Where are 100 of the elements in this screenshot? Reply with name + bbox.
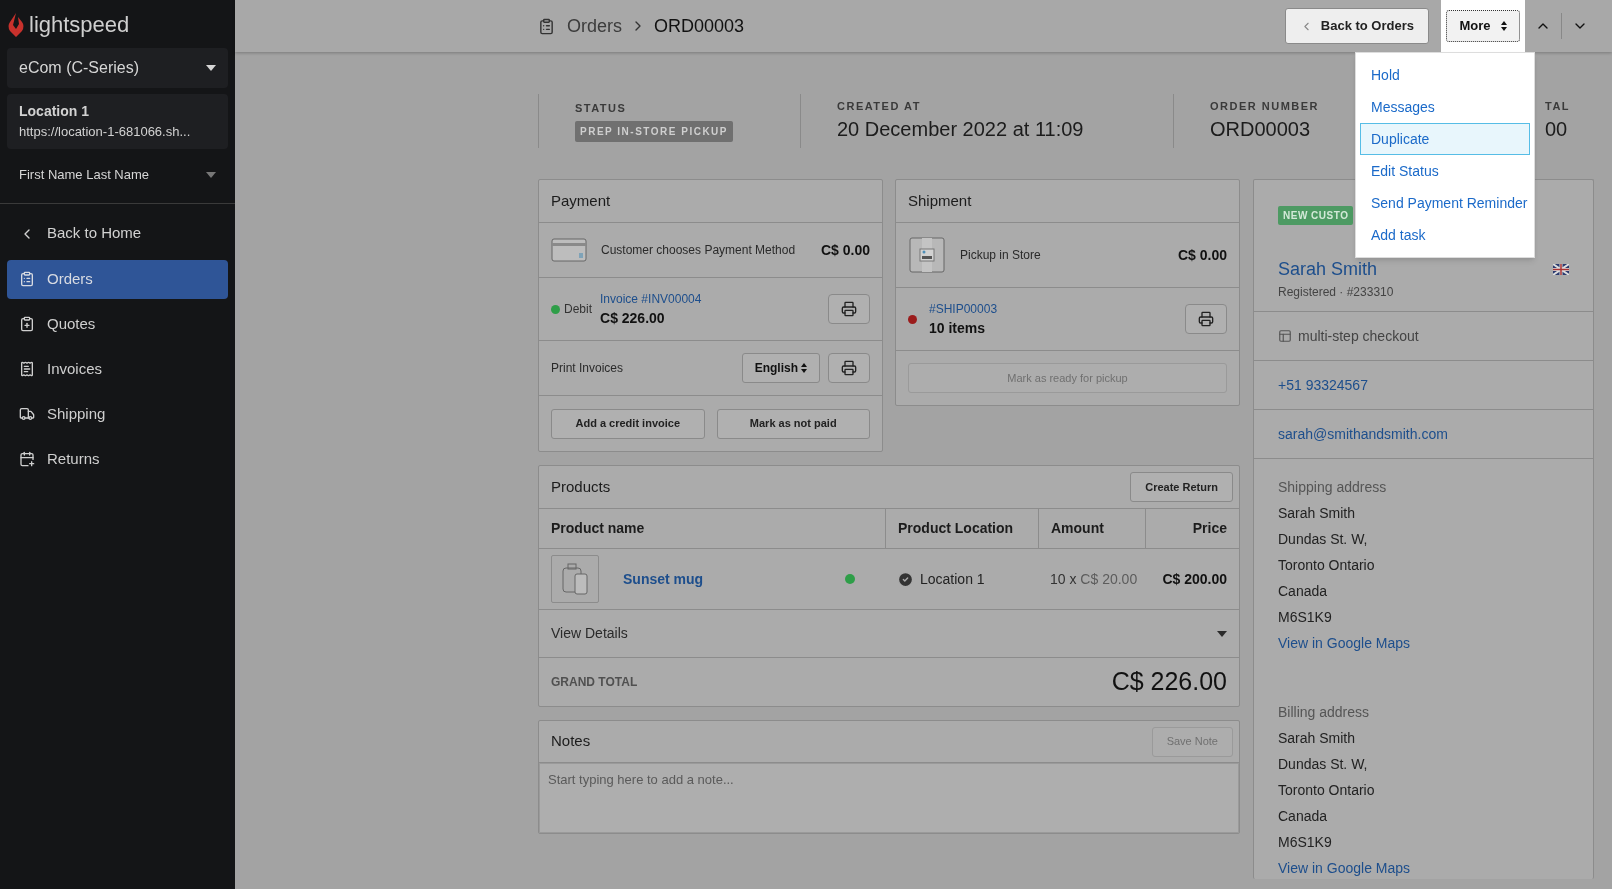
note-input[interactable]: Start typing here to add a note... [539,763,1239,833]
address-line: Dundas St. W, [1278,755,1369,774]
column-header: Amount [1038,509,1145,549]
check-circle-icon [897,570,914,588]
card-title: Payment [551,190,611,211]
invoice-amount: C$ 226.00 [600,308,666,328]
back-to-orders-button[interactable]: Back to Orders [1284,8,1429,44]
breadcrumb-link[interactable]: Orders [567,12,622,40]
nav-item[interactable]: Returns [7,439,228,479]
customer-registration: Registered · #233310 [1278,284,1395,301]
nav-item[interactable]: Orders [7,259,228,299]
address-heading: Billing address [1278,703,1371,722]
printer-icon [1198,311,1214,327]
payment-action-button[interactable]: Add a credit invoice [551,408,705,439]
payment-type: Debit [564,301,592,318]
address-line: Toronto Ontario [1278,556,1376,575]
address-line: Sarah Smith [1278,729,1357,748]
back-to-home-link[interactable]: Back to Home [7,213,228,254]
address-line: M6S1K9 [1278,608,1333,627]
menu-item[interactable]: Duplicate [1360,123,1530,155]
nav-item[interactable]: Shipping [7,394,228,434]
summary-label: ORDER NUMBER [1210,98,1321,114]
shipment-link[interactable]: #SHIP00003 [929,299,1185,318]
sort-arrows-icon [801,363,807,373]
printer-icon [841,360,857,376]
location-url: https://location-1-681066.sh... [19,123,192,141]
product-name-link[interactable]: Sunset mug [623,568,845,590]
address-line: Toronto Ontario [1278,781,1376,800]
menu-item[interactable]: Send Payment Reminder [1360,187,1530,219]
nav-icon [19,361,35,377]
menu-item[interactable]: Edit Status [1360,155,1530,187]
flame-logo-icon [7,12,25,38]
card-title: Products [551,476,611,497]
store-selector[interactable]: eCom (C-Series) [7,48,228,88]
card-title: Shipment [908,190,972,211]
google-maps-link[interactable]: View in Google Maps [1278,858,1569,879]
email-link[interactable]: sarah@smithandsmith.com [1278,423,1448,445]
payment-method: Customer chooses Payment Method [601,242,797,259]
address-heading: Shipping address [1278,478,1388,497]
column-header: Product Location [885,509,1038,549]
nav-icon [19,406,35,422]
print-button[interactable] [1185,304,1227,334]
payment-action-button[interactable]: Mark as not paid [716,408,870,439]
address-line: Sarah Smith [1278,504,1357,523]
layout-icon [1278,329,1292,343]
customer-badge: NEW CUSTO [1278,206,1354,225]
view-details-toggle[interactable]: View Details [539,610,1239,658]
printer-icon [841,301,857,317]
nav-item[interactable]: Invoices [7,349,228,389]
location-card[interactable]: Location 1 https://location-1-681066.sh... [7,94,228,149]
summary-label: TAL [1545,98,1572,114]
store-pickup-icon [908,236,946,274]
invoice-link[interactable]: Invoice #INV00004 [600,289,828,308]
grand-total-value: C$ 226.00 [1111,666,1227,698]
address-line: M6S1K9 [1278,833,1333,852]
menu-item[interactable]: Messages [1360,91,1530,123]
product-thumbnail-icon [551,555,599,603]
summary-value: 20 December 2022 at 11:09 [837,117,1085,143]
flag-icon [1553,264,1569,275]
address-line: Canada [1278,582,1329,601]
user-menu[interactable]: First Name Last Name [7,148,228,201]
shipping-method: Pickup in Store [960,247,1042,264]
customer-name-link[interactable]: Sarah Smith [1278,256,1378,283]
product-price: C$ 200.00 [1162,569,1227,589]
google-maps-link[interactable]: View in Google Maps [1278,633,1569,654]
summary-label: CREATED AT [837,98,922,114]
phone-link[interactable]: +51 93324567 [1278,374,1368,396]
more-button[interactable]: More [1446,10,1520,42]
language-select[interactable]: English [741,353,820,383]
product-amount: 10 x C$ 20.00 [1050,569,1138,589]
nav-icon [19,271,35,287]
print-button[interactable] [828,353,870,383]
nav-icon [19,316,35,332]
orders-icon [538,17,555,35]
menu-item[interactable]: Hold [1360,59,1530,91]
card-title: Notes [551,731,591,752]
status-badge: PREP IN-STORE PICKUP [575,120,733,142]
location-name: Location 1 [19,102,90,121]
dropdown-caret-icon [1217,630,1227,637]
checkout-type: multi-step checkout [1298,326,1419,346]
caret-icon [206,65,216,71]
product-location: Location 1 [920,569,985,589]
summary-value: 00 [1545,117,1569,143]
caret-icon [206,171,216,178]
print-button[interactable] [828,294,870,324]
credit-card-icon [551,238,587,262]
nav-item[interactable]: Quotes [7,304,228,344]
print-invoices-label: Print Invoices [551,360,625,377]
summary-value: ORD00003 [1210,117,1312,143]
menu-item[interactable]: Add task [1360,219,1530,251]
column-header: Price [1145,509,1239,549]
breadcrumb-current: ORD00003 [654,14,745,38]
summary-label: STATUS [575,101,628,117]
address-line: Dundas St. W, [1278,530,1369,549]
create-return-button[interactable]: Create Return [1130,472,1233,502]
column-header: Product name [539,509,885,549]
shipping-amount: C$ 0.00 [1177,245,1227,265]
shipment-items: 10 items [929,318,987,338]
nav-icon [19,451,35,467]
sort-arrows-icon [1500,21,1507,31]
